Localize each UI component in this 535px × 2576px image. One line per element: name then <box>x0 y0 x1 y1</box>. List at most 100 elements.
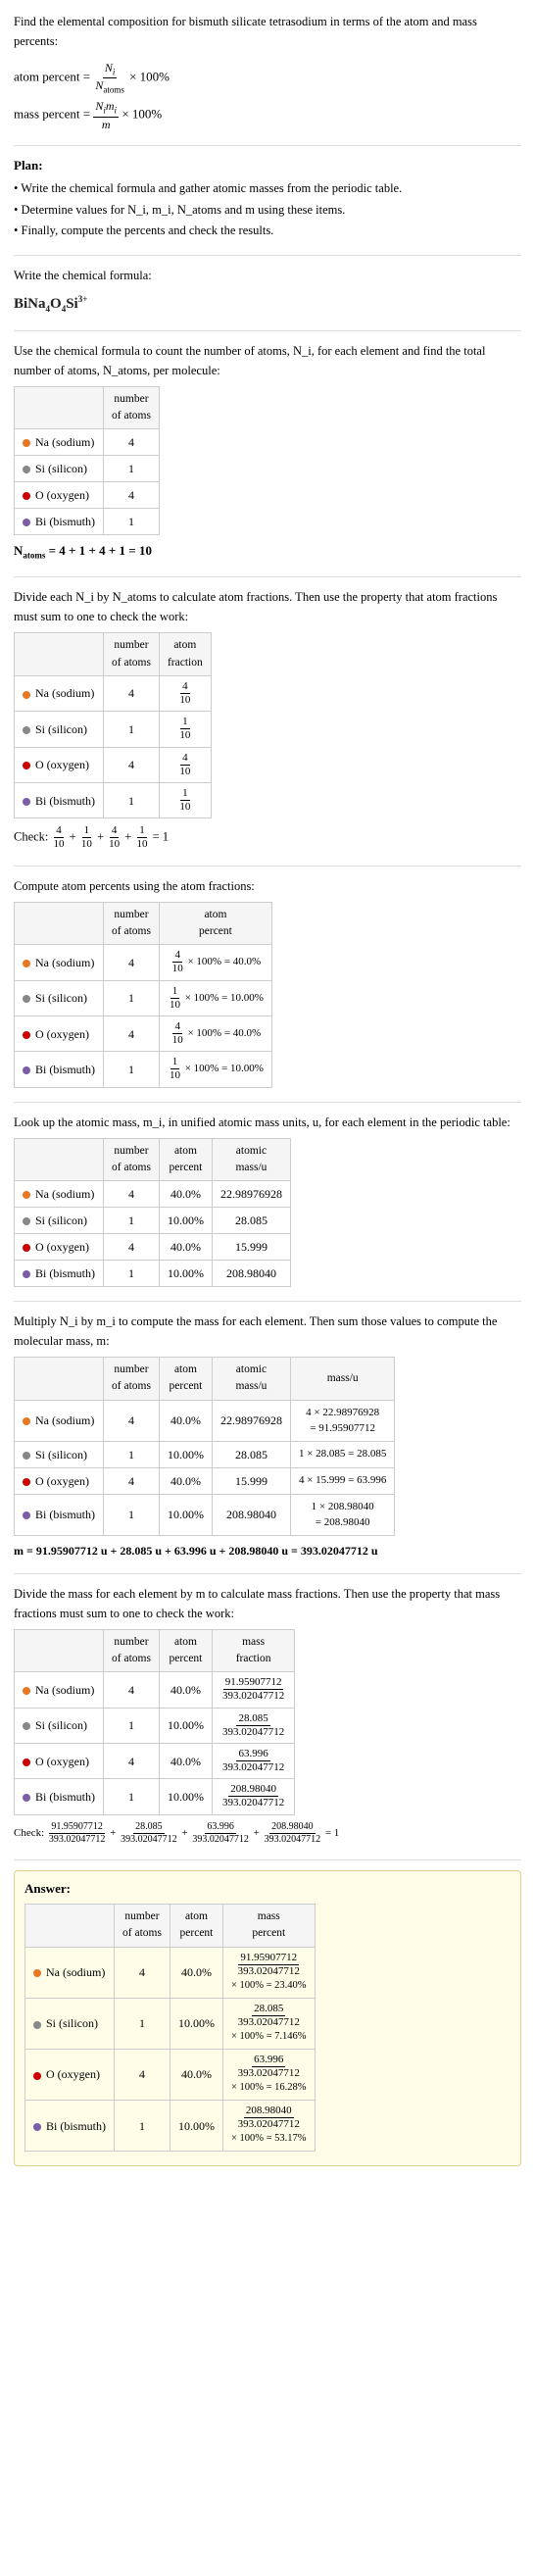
element-bi-ans: Bi (bismuth) <box>25 2101 115 2152</box>
si-natoms-4: 1 <box>104 1208 160 1234</box>
step5-col-mass: atomicmass/u <box>212 1358 290 1401</box>
na-pct-6: 40.0% <box>159 1672 212 1708</box>
na-masspct-ans: 91.95907712393.02047712× 100% = 23.40% <box>222 1947 315 1998</box>
answer-table: numberof atoms atompercent masspercent N… <box>24 1904 316 2152</box>
o-natoms-5: 4 <box>104 1467 160 1494</box>
si-natoms-ans: 1 <box>115 1998 170 2049</box>
si-pct-5: 10.00% <box>159 1441 212 1467</box>
element-na-2: Na (sodium) <box>15 675 104 711</box>
si-natoms-1: 1 <box>104 456 160 482</box>
na-natoms-1: 4 <box>104 429 160 456</box>
na-mass-5: 22.98976928 <box>212 1400 290 1441</box>
table-row: Bi (bismuth) 1 10.00% 208.98040393.02047… <box>15 1779 295 1814</box>
element-na-4: Na (sodium) <box>15 1181 104 1208</box>
element-si-6: Si (silicon) <box>15 1708 104 1743</box>
element-si-ans: Si (silicon) <box>25 1998 115 2049</box>
step2-table: numberof atoms atomfraction Na (sodium) … <box>14 632 212 818</box>
o-natoms-4: 4 <box>104 1234 160 1261</box>
si-pct-4: 10.00% <box>159 1208 212 1234</box>
table-row: O (oxygen) 4 40.0% 63.996393.02047712× 1… <box>25 2049 316 2100</box>
table-row: Na (sodium) 4 410 × 100% = 40.0% <box>15 945 272 980</box>
element-o-6: O (oxygen) <box>15 1743 104 1778</box>
na-natoms-6: 4 <box>104 1672 160 1708</box>
step3-section: Compute atom percents using the atom fra… <box>14 876 521 1088</box>
step4-table: numberof atoms atompercent atomicmass/u … <box>14 1138 291 1288</box>
formula-label: Write the chemical formula: <box>14 266 521 285</box>
element-o-5: O (oxygen) <box>15 1467 104 1494</box>
step3-col-pct: atompercent <box>159 902 271 945</box>
na-natoms-ans: 4 <box>115 1947 170 1998</box>
step2-col-natoms: numberof atoms <box>104 633 160 676</box>
element-bi-4: Bi (bismuth) <box>15 1261 104 1287</box>
na-fraction-2: 410 <box>159 675 211 711</box>
na-atompct-ans: 40.0% <box>170 1947 222 1998</box>
element-si-1: Si (silicon) <box>15 456 104 482</box>
o-natoms-3: 4 <box>104 1016 160 1051</box>
bi-mass-5: 208.98040 <box>212 1494 290 1535</box>
o-pct-6: 40.0% <box>159 1743 212 1778</box>
step1-col-element <box>15 386 104 429</box>
o-natoms-1: 4 <box>104 482 160 509</box>
element-o-3: O (oxygen) <box>15 1016 104 1051</box>
si-massfrac-6: 28.085393.02047712 <box>212 1708 294 1743</box>
si-masspct-ans: 28.085393.02047712× 100% = 7.146% <box>222 1998 315 2049</box>
o-pct-4: 40.0% <box>159 1234 212 1261</box>
o-pct-3: 410 × 100% = 40.0% <box>159 1016 271 1051</box>
answer-col-element <box>25 1905 115 1948</box>
step3-table: numberof atoms atompercent Na (sodium) 4… <box>14 902 272 1088</box>
step2-col-element <box>15 633 104 676</box>
step3-col-natoms: numberof atoms <box>104 902 160 945</box>
element-si-5: Si (silicon) <box>15 1441 104 1467</box>
step6-col-element <box>15 1629 104 1672</box>
na-masscalc-5: 4 × 22.98976928= 91.95907712 <box>290 1400 394 1441</box>
step1-intro: Use the chemical formula to count the nu… <box>14 341 521 380</box>
si-natoms-2: 1 <box>104 712 160 747</box>
bi-pct-6: 10.00% <box>159 1779 212 1814</box>
bi-mass-4: 208.98040 <box>212 1261 290 1287</box>
table-row: O (oxygen) 4 40.0% 15.999 <box>15 1234 291 1261</box>
step6-intro: Divide the mass for each element by m to… <box>14 1584 521 1623</box>
o-atompct-ans: 40.0% <box>170 2049 222 2100</box>
answer-col-atompct: atompercent <box>170 1905 222 1948</box>
step6-col-pct: atompercent <box>159 1629 212 1672</box>
o-massfrac-6: 63.996393.02047712 <box>212 1743 294 1778</box>
table-row: Bi (bismuth) 1 <box>15 509 160 535</box>
step5-col-element <box>15 1358 104 1401</box>
element-na-5: Na (sodium) <box>15 1400 104 1441</box>
si-natoms-6: 1 <box>104 1708 160 1743</box>
bi-natoms-ans: 1 <box>115 2101 170 2152</box>
step6-col-fraction: massfraction <box>212 1629 294 1672</box>
o-mass-5: 15.999 <box>212 1467 290 1494</box>
o-masspct-ans: 63.996393.02047712× 100% = 16.28% <box>222 2049 315 2100</box>
si-masscalc-5: 1 × 28.085 = 28.085 <box>290 1441 394 1467</box>
bi-natoms-3: 1 <box>104 1052 160 1087</box>
table-row: Na (sodium) 4 <box>15 429 160 456</box>
step5-intro: Multiply N_i by m_i to compute the mass … <box>14 1312 521 1351</box>
step6-col-natoms: numberof atoms <box>104 1629 160 1672</box>
table-row: Si (silicon) 1 110 <box>15 712 212 747</box>
answer-box: Answer: numberof atoms atompercent massp… <box>14 1870 521 2167</box>
step1-col-natoms: numberof atoms <box>104 386 160 429</box>
si-mass-5: 28.085 <box>212 1441 290 1467</box>
table-row: Bi (bismuth) 1 110 × 100% = 10.00% <box>15 1052 272 1087</box>
table-row: O (oxygen) 4 <box>15 482 160 509</box>
answer-label: Answer: <box>24 1879 511 1899</box>
step5-col-pct: atompercent <box>159 1358 212 1401</box>
bi-masscalc-5: 1 × 208.98040= 208.98040 <box>290 1494 394 1535</box>
element-bi-3: Bi (bismuth) <box>15 1052 104 1087</box>
table-row: Si (silicon) 1 10.00% 28.085 1 × 28.085 … <box>15 1441 395 1467</box>
si-mass-4: 28.085 <box>212 1208 290 1234</box>
element-o-ans: O (oxygen) <box>25 2049 115 2100</box>
m-equation: m = 91.95907712 u + 28.085 u + 63.996 u … <box>14 1542 521 1560</box>
o-natoms-ans: 4 <box>115 2049 170 2100</box>
table-row: O (oxygen) 4 410 <box>15 747 212 782</box>
step5-table: numberof atoms atompercent atomicmass/u … <box>14 1357 395 1536</box>
step4-col-natoms: numberof atoms <box>104 1138 160 1181</box>
mass-percent-formula: mass percent = Nimim × 100% <box>14 99 521 131</box>
answer-col-masspct: masspercent <box>222 1905 315 1948</box>
bi-atompct-ans: 10.00% <box>170 2101 222 2152</box>
na-natoms-2: 4 <box>104 675 160 711</box>
table-row: Bi (bismuth) 1 10.00% 208.98040393.02047… <box>25 2101 316 2152</box>
atom-percent-formula: atom percent = NiNatoms × 100% <box>14 61 521 95</box>
plan-step-3: Finally, compute the percents and check … <box>14 221 521 241</box>
